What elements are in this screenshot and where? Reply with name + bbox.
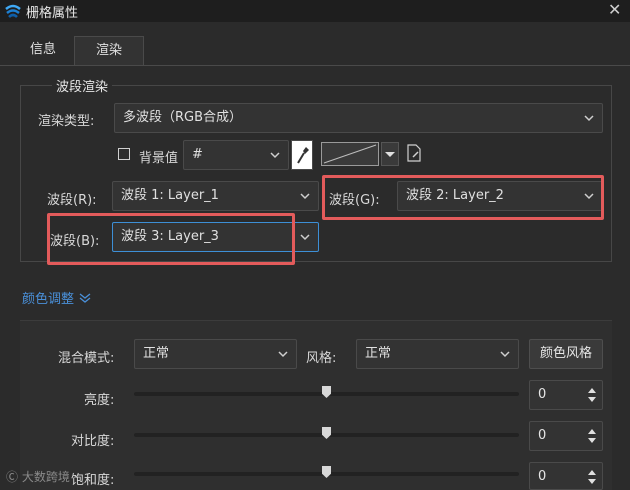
band-r-select[interactable]: 波段 1: Layer_1 [112,181,319,211]
blend-mode-value: 正常 [143,346,170,361]
title-bar [0,0,630,22]
color-adjust-toggle[interactable]: 颜色调整 [22,288,92,307]
spin-arrows-icon[interactable] [588,469,596,485]
background-value: # [192,147,203,162]
eyedropper-button[interactable] [291,140,313,170]
ramp-diagonal [323,144,377,164]
chevron-down-icon [584,115,594,122]
background-checkbox[interactable] [118,148,130,160]
brightness-value: 0 [538,387,547,402]
contrast-value: 0 [538,428,547,443]
chevron-down-icon [500,351,510,358]
color-adjust-label: 颜色调整 [22,292,75,307]
saturation-label: 饱和度: [71,473,115,488]
render-type-value: 多波段（RGB合成） [123,110,243,125]
tab-info[interactable]: 信息 [12,36,74,66]
tab-divider [0,65,630,66]
caret-down-icon [385,152,395,157]
window-title: 栅格属性 [26,6,79,21]
style-value: 正常 [365,346,392,361]
watermark-text: 大数跨境 [21,470,70,484]
band-b-dropdown-button[interactable] [292,223,318,251]
eyedropper-icon [297,147,309,164]
brightness-spinbox[interactable]: 0 [529,380,603,410]
app-logo-icon [5,4,21,18]
color-ramp-dropdown[interactable] [381,142,399,166]
edit-file-icon[interactable] [406,144,422,162]
contrast-label: 对比度: [71,434,115,449]
blend-mode-select[interactable]: 正常 [134,339,297,369]
band-g-highlight [322,175,604,220]
color-ramp-preview[interactable] [321,142,379,166]
saturation-spinbox[interactable]: 0 [529,462,603,490]
watermark-logo-icon: Ⓒ [6,470,19,484]
band-r-value: 波段 1: Layer_1 [121,188,219,203]
blend-mode-label: 混合模式: [58,351,115,366]
double-chevron-down-icon [79,293,91,303]
chevron-down-icon [270,152,280,159]
spin-arrows-icon[interactable] [588,428,596,444]
render-type-select[interactable]: 多波段（RGB合成） [114,103,603,133]
watermark: Ⓒ 大数跨境 [6,468,70,485]
color-style-button[interactable]: 颜色风格 [529,339,603,369]
contrast-spinbox[interactable]: 0 [529,421,603,451]
brightness-label: 亮度: [84,393,115,408]
band-b-highlight [47,213,295,265]
chevron-down-icon [278,351,288,358]
background-label: 背景值 [139,151,179,166]
background-value-select[interactable]: # [183,140,289,170]
chevron-down-icon [300,193,310,200]
band-render-title: 波段渲染 [52,76,113,95]
spin-arrows-icon[interactable] [588,387,596,403]
chevron-down-icon [300,234,310,241]
render-type-label: 渲染类型: [38,114,95,129]
tab-render[interactable]: 渲染 [74,36,144,66]
style-select[interactable]: 正常 [356,339,519,369]
style-label: 风格: [306,351,337,366]
saturation-value: 0 [538,469,547,484]
band-r-label: 波段(R): [47,193,97,208]
close-icon[interactable]: ✕ [608,0,621,20]
